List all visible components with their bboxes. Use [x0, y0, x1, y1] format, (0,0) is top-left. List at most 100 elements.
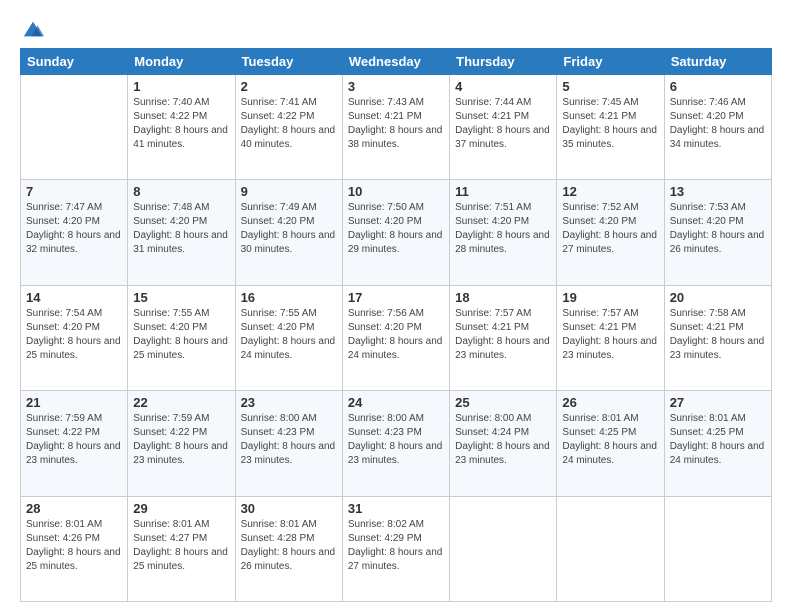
calendar-week-row: 7 Sunrise: 7:47 AMSunset: 4:20 PMDaylight…	[21, 180, 772, 285]
day-number: 2	[241, 79, 337, 94]
logo-icon	[22, 18, 44, 40]
cell-text: Sunrise: 7:49 AMSunset: 4:20 PMDaylight:…	[241, 201, 337, 257]
cell-text: Sunrise: 7:55 AMSunset: 4:20 PMDaylight:…	[133, 307, 229, 363]
calendar-header-sunday: Sunday	[21, 49, 128, 75]
cell-text: Sunrise: 7:58 AMSunset: 4:21 PMDaylight:…	[670, 307, 766, 363]
calendar-cell: 5Sunrise: 7:45 AMSunset: 4:21 PMDaylight…	[557, 75, 664, 180]
day-number: 16	[241, 290, 337, 305]
calendar-cell: 17Sunrise: 7:56 AMSunset: 4:20 PMDayligh…	[342, 285, 449, 390]
calendar-header-row: SundayMondayTuesdayWednesdayThursdayFrid…	[21, 49, 772, 75]
calendar-header-tuesday: Tuesday	[235, 49, 342, 75]
day-number: 29	[133, 501, 229, 516]
calendar-cell: 4 Sunrise: 7:44 AMSunset: 4:21 PMDaylight…	[450, 75, 557, 180]
calendar-cell	[664, 496, 771, 601]
calendar-cell: 28Sunrise: 8:01 AMSunset: 4:26 PMDayligh…	[21, 496, 128, 601]
cell-text: Sunrise: 7:43 AMSunset: 4:21 PMDaylight:…	[348, 96, 444, 152]
cell-text: Sunrise: 7:47 AMSunset: 4:20 PMDaylight:…	[26, 201, 122, 257]
day-number: 8	[133, 184, 229, 199]
calendar-cell: 2 Sunrise: 7:41 AMSunset: 4:22 PMDaylight…	[235, 75, 342, 180]
calendar-cell: 9 Sunrise: 7:49 AMSunset: 4:20 PMDaylight…	[235, 180, 342, 285]
day-number: 4	[455, 79, 551, 94]
calendar-cell: 24 Sunrise: 8:00 AMSunset: 4:23 PMDayligh…	[342, 391, 449, 496]
cell-text: Sunrise: 7:59 AMSunset: 4:22 PMDaylight:…	[26, 412, 122, 468]
calendar-cell: 12 Sunrise: 7:52 AMSunset: 4:20 PMDayligh…	[557, 180, 664, 285]
calendar-cell: 19 Sunrise: 7:57 AMSunset: 4:21 PMDayligh…	[557, 285, 664, 390]
cell-text: Sunrise: 7:48 AMSunset: 4:20 PMDaylight:…	[133, 201, 229, 257]
day-number: 25	[455, 395, 551, 410]
calendar-cell: 21 Sunrise: 7:59 AMSunset: 4:22 PMDayligh…	[21, 391, 128, 496]
day-number: 20	[670, 290, 766, 305]
calendar-week-row: 14 Sunrise: 7:54 AMSunset: 4:20 PMDayligh…	[21, 285, 772, 390]
calendar-cell: 22Sunrise: 7:59 AMSunset: 4:22 PMDayligh…	[128, 391, 235, 496]
day-number: 24	[348, 395, 444, 410]
calendar-cell: 23 Sunrise: 8:00 AMSunset: 4:23 PMDayligh…	[235, 391, 342, 496]
cell-text: Sunrise: 7:45 AMSunset: 4:21 PMDaylight:…	[562, 96, 658, 152]
calendar-cell: 29 Sunrise: 8:01 AMSunset: 4:27 PMDayligh…	[128, 496, 235, 601]
day-number: 19	[562, 290, 658, 305]
calendar-cell: 14 Sunrise: 7:54 AMSunset: 4:20 PMDayligh…	[21, 285, 128, 390]
calendar-cell	[557, 496, 664, 601]
cell-text: Sunrise: 7:51 AMSunset: 4:20 PMDaylight:…	[455, 201, 551, 257]
day-number: 13	[670, 184, 766, 199]
calendar-cell: 30 Sunrise: 8:01 AMSunset: 4:28 PMDayligh…	[235, 496, 342, 601]
logo	[20, 18, 44, 40]
day-number: 18	[455, 290, 551, 305]
calendar-week-row: 1Sunrise: 7:40 AMSunset: 4:22 PMDaylight…	[21, 75, 772, 180]
day-number: 23	[241, 395, 337, 410]
calendar-cell: 11Sunrise: 7:51 AMSunset: 4:20 PMDayligh…	[450, 180, 557, 285]
day-number: 21	[26, 395, 122, 410]
day-number: 9	[241, 184, 337, 199]
cell-text: Sunrise: 8:01 AMSunset: 4:25 PMDaylight:…	[562, 412, 658, 468]
cell-text: Sunrise: 7:59 AMSunset: 4:22 PMDaylight:…	[133, 412, 229, 468]
day-number: 7	[26, 184, 122, 199]
calendar-cell: 10 Sunrise: 7:50 AMSunset: 4:20 PMDayligh…	[342, 180, 449, 285]
cell-text: Sunrise: 8:00 AMSunset: 4:24 PMDaylight:…	[455, 412, 551, 468]
calendar-week-row: 28Sunrise: 8:01 AMSunset: 4:26 PMDayligh…	[21, 496, 772, 601]
day-number: 3	[348, 79, 444, 94]
day-number: 12	[562, 184, 658, 199]
calendar-cell: 15 Sunrise: 7:55 AMSunset: 4:20 PMDayligh…	[128, 285, 235, 390]
cell-text: Sunrise: 7:44 AMSunset: 4:21 PMDaylight:…	[455, 96, 551, 152]
calendar-header-thursday: Thursday	[450, 49, 557, 75]
calendar-cell: 20 Sunrise: 7:58 AMSunset: 4:21 PMDayligh…	[664, 285, 771, 390]
calendar-cell: 3 Sunrise: 7:43 AMSunset: 4:21 PMDaylight…	[342, 75, 449, 180]
calendar-cell: 27 Sunrise: 8:01 AMSunset: 4:25 PMDayligh…	[664, 391, 771, 496]
calendar-cell: 18 Sunrise: 7:57 AMSunset: 4:21 PMDayligh…	[450, 285, 557, 390]
cell-text: Sunrise: 7:56 AMSunset: 4:20 PMDaylight:…	[348, 307, 444, 363]
cell-text: Sunrise: 7:41 AMSunset: 4:22 PMDaylight:…	[241, 96, 337, 152]
cell-text: Sunrise: 8:00 AMSunset: 4:23 PMDaylight:…	[348, 412, 444, 468]
calendar: SundayMondayTuesdayWednesdayThursdayFrid…	[20, 48, 772, 602]
calendar-cell	[21, 75, 128, 180]
day-number: 26	[562, 395, 658, 410]
calendar-header-friday: Friday	[557, 49, 664, 75]
calendar-cell: 25 Sunrise: 8:00 AMSunset: 4:24 PMDayligh…	[450, 391, 557, 496]
cell-text: Sunrise: 8:01 AMSunset: 4:25 PMDaylight:…	[670, 412, 766, 468]
cell-text: Sunrise: 8:02 AMSunset: 4:29 PMDaylight:…	[348, 518, 444, 574]
day-number: 30	[241, 501, 337, 516]
calendar-week-row: 21 Sunrise: 7:59 AMSunset: 4:22 PMDayligh…	[21, 391, 772, 496]
cell-text: Sunrise: 8:01 AMSunset: 4:28 PMDaylight:…	[241, 518, 337, 574]
day-number: 27	[670, 395, 766, 410]
day-number: 10	[348, 184, 444, 199]
cell-text: Sunrise: 7:52 AMSunset: 4:20 PMDaylight:…	[562, 201, 658, 257]
day-number: 6	[670, 79, 766, 94]
cell-text: Sunrise: 7:57 AMSunset: 4:21 PMDaylight:…	[455, 307, 551, 363]
day-number: 31	[348, 501, 444, 516]
cell-text: Sunrise: 7:55 AMSunset: 4:20 PMDaylight:…	[241, 307, 337, 363]
calendar-header-wednesday: Wednesday	[342, 49, 449, 75]
cell-text: Sunrise: 7:50 AMSunset: 4:20 PMDaylight:…	[348, 201, 444, 257]
calendar-cell: 26 Sunrise: 8:01 AMSunset: 4:25 PMDayligh…	[557, 391, 664, 496]
day-number: 14	[26, 290, 122, 305]
cell-text: Sunrise: 8:00 AMSunset: 4:23 PMDaylight:…	[241, 412, 337, 468]
day-number: 15	[133, 290, 229, 305]
page: SundayMondayTuesdayWednesdayThursdayFrid…	[0, 0, 792, 612]
cell-text: Sunrise: 7:57 AMSunset: 4:21 PMDaylight:…	[562, 307, 658, 363]
calendar-cell: 31 Sunrise: 8:02 AMSunset: 4:29 PMDayligh…	[342, 496, 449, 601]
calendar-cell: 6Sunrise: 7:46 AMSunset: 4:20 PMDaylight…	[664, 75, 771, 180]
calendar-header-saturday: Saturday	[664, 49, 771, 75]
calendar-cell: 1Sunrise: 7:40 AMSunset: 4:22 PMDaylight…	[128, 75, 235, 180]
cell-text: Sunrise: 8:01 AMSunset: 4:27 PMDaylight:…	[133, 518, 229, 574]
header	[20, 18, 772, 40]
cell-text: Sunrise: 7:54 AMSunset: 4:20 PMDaylight:…	[26, 307, 122, 363]
calendar-cell	[450, 496, 557, 601]
